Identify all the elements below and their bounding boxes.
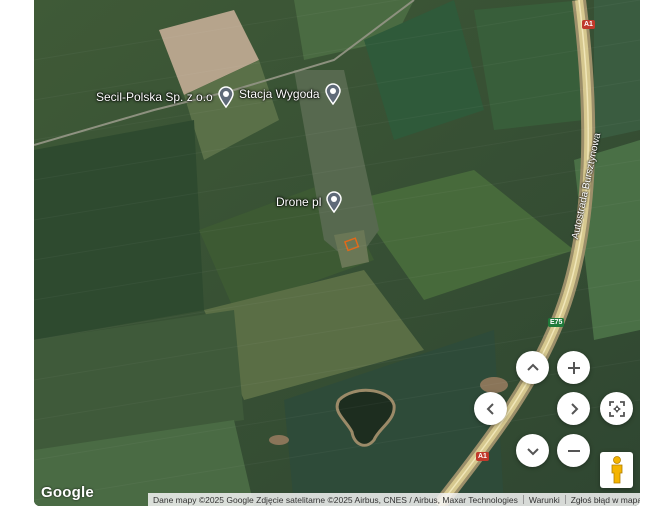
road-shield-a1-bottom: A1 — [476, 452, 489, 461]
pegman-icon — [611, 456, 622, 484]
street-view-pegman[interactable] — [600, 452, 633, 488]
poi-stacja-wygoda[interactable]: Stacja Wygoda — [239, 83, 342, 105]
pan-down-icon — [526, 447, 539, 455]
pan-left-button[interactable] — [474, 392, 507, 425]
attribution-text: Dane mapy ©2025 Google Zdjęcie satelitar… — [153, 494, 518, 505]
road-shield-e75: E75 — [548, 318, 565, 327]
zoom-out-button[interactable] — [557, 434, 590, 467]
report-error-link[interactable]: Zgłoś błąd w mapach — [566, 495, 640, 505]
google-logo: Google — [41, 484, 94, 501]
pan-right-icon — [570, 402, 578, 415]
poi-label: Stacja Wygoda — [239, 87, 320, 101]
pan-left-icon — [486, 402, 494, 415]
place-pin-icon — [217, 86, 235, 108]
satellite-imagery — [34, 0, 640, 506]
place-pin-icon — [325, 191, 343, 213]
place-pin-icon — [324, 83, 342, 105]
minus-icon — [567, 449, 580, 452]
recenter-icon — [608, 400, 625, 417]
road-shield-a1-top: A1 — [582, 20, 595, 29]
recenter-button[interactable] — [600, 392, 633, 425]
poi-label: Drone pl — [276, 195, 322, 209]
poi-drone-pl[interactable]: Drone pl — [276, 191, 343, 213]
pan-up-button[interactable] — [516, 351, 549, 384]
poi-secil-polska[interactable]: Secil-Polska Sp. z o.o — [96, 86, 235, 108]
plus-icon — [567, 361, 580, 374]
pan-up-icon — [526, 363, 539, 371]
terms-link[interactable]: Warunki — [524, 495, 565, 505]
map-footer: Dane mapy ©2025 Google Zdjęcie satelitar… — [148, 493, 640, 506]
pan-down-button[interactable] — [516, 434, 549, 467]
poi-label: Secil-Polska Sp. z o.o — [96, 90, 213, 104]
pan-right-button[interactable] — [557, 392, 590, 425]
zoom-in-button[interactable] — [557, 351, 590, 384]
map-view[interactable]: Autostrada Bursztynowa A1 E75 A1 Secil-P… — [34, 0, 640, 506]
